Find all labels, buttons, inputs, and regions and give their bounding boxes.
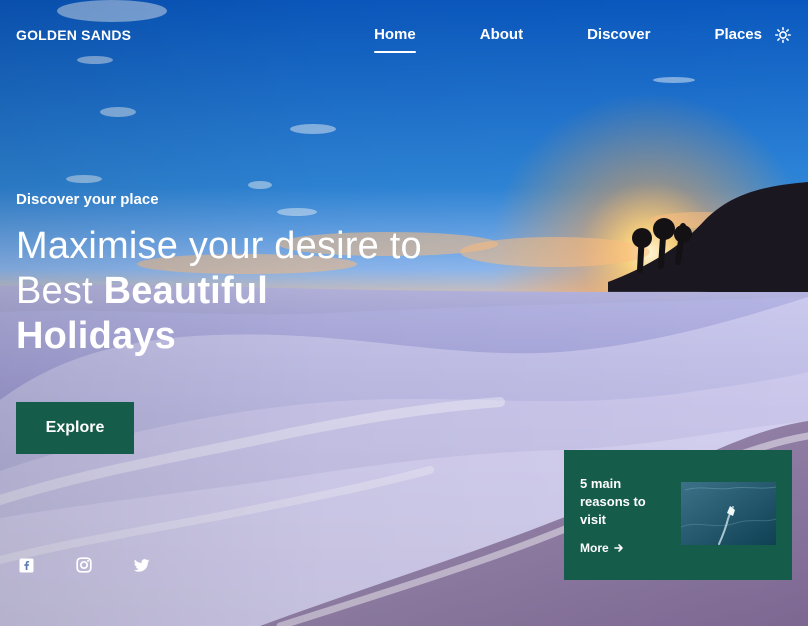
card-more-label: More (580, 541, 609, 555)
nav-discover[interactable]: Discover (587, 26, 650, 53)
hero-eyebrow: Discover your place (16, 191, 159, 208)
headline-line-1: Maximise your desire to (16, 225, 422, 267)
hero-content: Discover your place Maximise your desire… (16, 191, 496, 359)
instagram-icon (76, 557, 92, 573)
hero-section: GOLDEN SANDS Home About Discover Places … (0, 0, 808, 626)
reasons-card[interactable]: 5 main reasons to visit More (564, 450, 792, 580)
arrow-right-icon (613, 544, 623, 552)
boat-ocean-image (681, 482, 776, 545)
card-more-link[interactable]: More (580, 541, 624, 555)
twitter-icon (134, 558, 150, 572)
nav-about[interactable]: About (480, 26, 523, 53)
theme-toggle[interactable] (774, 26, 792, 44)
sun-icon (775, 27, 791, 43)
nav-places[interactable]: Places (714, 26, 762, 53)
facebook-link[interactable] (18, 557, 34, 573)
facebook-icon (19, 558, 33, 572)
explore-button[interactable]: Explore (16, 402, 134, 454)
headline-line-3-bold: Holidays (16, 315, 176, 357)
card-title: 5 main reasons to visit (580, 476, 646, 527)
instagram-link[interactable] (76, 557, 92, 573)
brand-logo[interactable]: GOLDEN SANDS (16, 27, 131, 43)
hero-headline: Maximise your desire to Best Beautiful H… (16, 224, 496, 359)
twitter-link[interactable] (134, 557, 150, 573)
main-nav: Home About Discover Places (374, 26, 762, 53)
social-links (18, 557, 150, 573)
headline-line-2-regular: Best (16, 270, 93, 312)
top-navigation: GOLDEN SANDS Home About Discover Places (0, 0, 808, 70)
nav-home[interactable]: Home (374, 26, 416, 53)
headline-line-2-bold: Beautiful (103, 270, 268, 312)
